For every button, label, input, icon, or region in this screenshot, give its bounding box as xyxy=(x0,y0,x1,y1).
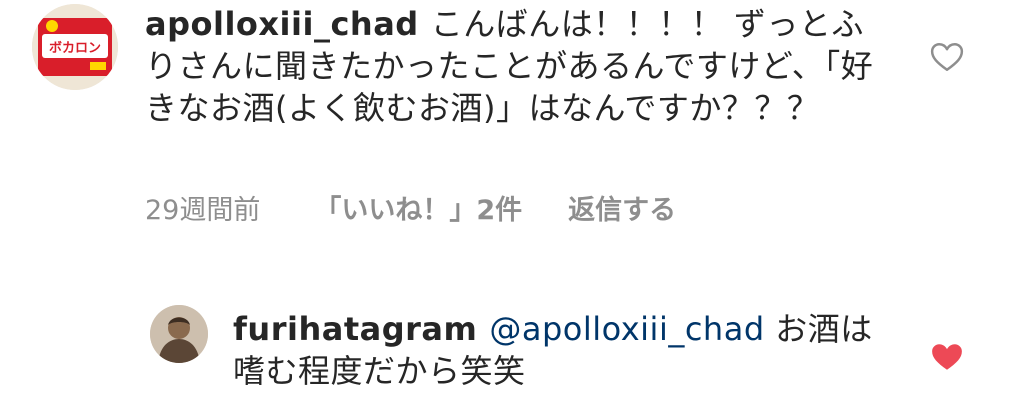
svg-text:ボカロン: ボカロン xyxy=(49,40,101,56)
heart-outline-icon[interactable] xyxy=(930,42,964,72)
person-photo-icon xyxy=(150,305,208,363)
reply-item: furihatagram @apolloxiii_chad お酒は嗜む程度だから笑… xyxy=(0,290,1024,394)
user-avatar[interactable]: ボカロン xyxy=(32,4,118,90)
comment-timestamp: 29週間前 xyxy=(145,195,261,226)
heart-filled-icon[interactable] xyxy=(930,342,964,372)
candy-package-icon: ボカロン xyxy=(32,4,118,90)
comment-meta: 29週間前 「いいね！」2件 返信する xyxy=(145,188,676,227)
reply-body: furihatagram @apolloxiii_chad お酒は嗜む程度だから笑… xyxy=(233,308,873,392)
comment-username[interactable]: apolloxiii_chad xyxy=(145,5,419,43)
likes-count-link[interactable]: 「いいね！」2件 xyxy=(314,188,522,227)
reply-username[interactable]: furihatagram xyxy=(233,310,477,348)
comment-body: apolloxiii_chad こんばんは！！！！ ずっとふりさんに聞きたかったこ… xyxy=(145,3,875,129)
mention-link[interactable]: @apolloxiii_chad xyxy=(489,310,764,348)
comment-item: ボカロン apolloxiii_chad こんばんは！！！！ ずっとふりさんに聞き… xyxy=(0,0,1024,250)
user-avatar[interactable] xyxy=(150,305,208,363)
reply-button[interactable]: 返信する xyxy=(568,188,676,227)
